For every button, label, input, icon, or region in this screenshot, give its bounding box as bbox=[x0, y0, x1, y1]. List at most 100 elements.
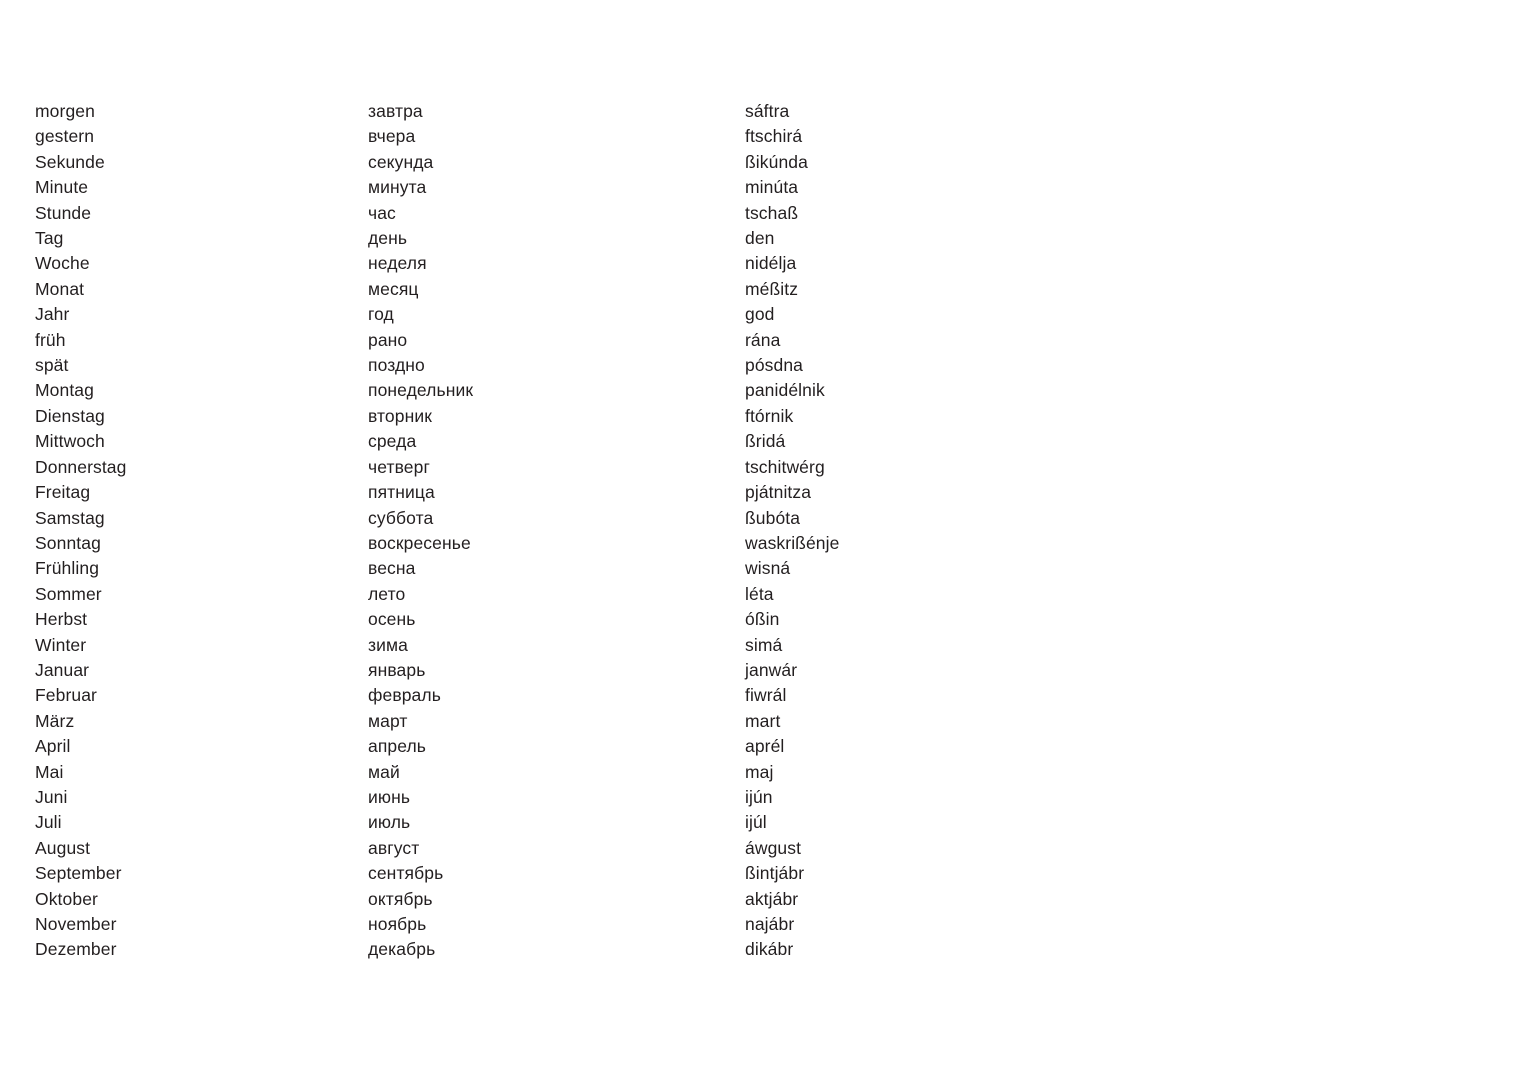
cell-german: März bbox=[35, 710, 75, 731]
table-row: spät поздно pósdna bbox=[35, 353, 1185, 378]
cell-russian: пятница bbox=[368, 482, 435, 503]
cell-transliteration: sáftra bbox=[745, 101, 790, 121]
cell-german: Dezember bbox=[35, 939, 117, 960]
cell-russian: четверг bbox=[368, 456, 430, 477]
cell-transliteration: pjátnitza bbox=[745, 482, 812, 503]
table-row: Samstag суббота ßubóta bbox=[35, 506, 1185, 531]
cell-german: Januar bbox=[35, 659, 90, 680]
cell-russian: осень bbox=[368, 609, 416, 630]
cell-german: August bbox=[35, 837, 91, 858]
cell-german: Dienstag bbox=[35, 405, 105, 426]
cell-russian: февраль bbox=[368, 685, 441, 706]
cell-german: Woche bbox=[35, 253, 90, 274]
cell-russian: месяц bbox=[368, 278, 419, 299]
cell-russian: январь bbox=[368, 659, 426, 680]
cell-russian: весна bbox=[368, 558, 416, 579]
table-row: Oktober октябрь aktjábr bbox=[35, 887, 1185, 912]
table-row: Winter зима simá bbox=[35, 633, 1185, 658]
table-row: Woche неделя nidélja bbox=[35, 251, 1185, 276]
cell-transliteration: aktjábr bbox=[745, 888, 799, 909]
cell-german: Sonntag bbox=[35, 532, 101, 553]
cell-russian: неделя bbox=[368, 253, 427, 274]
cell-german: Juli bbox=[35, 812, 62, 833]
table-row: Donnerstag четверг tschitwérg bbox=[35, 455, 1185, 480]
cell-transliteration: tschaß bbox=[745, 202, 799, 223]
document-page: morgen завтра sáftra gestern вчера ftschirá Se… bbox=[0, 0, 1528, 1080]
cell-transliteration: waskrißénje bbox=[745, 532, 840, 553]
cell-russian: июнь bbox=[368, 786, 411, 807]
table-row: April апрель aprél bbox=[35, 734, 1185, 759]
cell-german: Frühling bbox=[35, 558, 100, 579]
table-row: Herbst осень óßin bbox=[35, 607, 1185, 632]
cell-russian: зима bbox=[368, 634, 408, 655]
cell-german: spät bbox=[35, 355, 69, 376]
cell-russian: март bbox=[368, 710, 408, 731]
table-row: Minute минута minúta bbox=[35, 175, 1185, 200]
cell-transliteration: léta bbox=[745, 583, 774, 604]
cell-transliteration: mart bbox=[745, 710, 781, 731]
cell-russian: июль bbox=[368, 812, 411, 833]
cell-transliteration: ßubóta bbox=[745, 507, 801, 528]
cell-transliteration: ftschirá bbox=[745, 126, 803, 147]
cell-german: April bbox=[35, 736, 71, 757]
table-row: Jahr год god bbox=[35, 302, 1185, 327]
table-row: Sekunde секунда ßikúnda bbox=[35, 150, 1185, 175]
cell-german: Montag bbox=[35, 380, 94, 401]
cell-russian: поздно bbox=[368, 355, 425, 376]
cell-russian: воскресенье bbox=[368, 532, 471, 553]
cell-russian: вторник bbox=[368, 405, 432, 426]
table-row: Januar январь janwár bbox=[35, 658, 1185, 683]
table-row: Tag день den bbox=[35, 226, 1185, 251]
table-row: Stunde час tschaß bbox=[35, 201, 1185, 226]
cell-transliteration: pósdna bbox=[745, 355, 804, 376]
cell-german: Donnerstag bbox=[35, 456, 127, 477]
cell-german: November bbox=[35, 914, 117, 934]
cell-transliteration: ßintjábr bbox=[745, 863, 805, 884]
cell-transliteration: ßikúnda bbox=[745, 151, 808, 172]
vocabulary-table: morgen завтра sáftra gestern вчера ftschirá Se… bbox=[35, 99, 1185, 963]
cell-transliteration: rána bbox=[745, 329, 781, 350]
table-row: Juli июль ijúl bbox=[35, 810, 1185, 835]
cell-transliteration: janwár bbox=[745, 659, 798, 680]
cell-german: Sommer bbox=[35, 583, 102, 604]
cell-transliteration: tschitwérg bbox=[745, 456, 825, 477]
cell-russian: май bbox=[368, 761, 400, 782]
cell-russian: понедельник bbox=[368, 380, 474, 401]
cell-transliteration: dikábr bbox=[745, 939, 794, 960]
cell-german: Freitag bbox=[35, 482, 91, 503]
table-row: August август áwgust bbox=[35, 836, 1185, 861]
cell-transliteration: maj bbox=[745, 761, 774, 782]
cell-russian: минута bbox=[368, 177, 427, 198]
table-row: Dezember декабрь dikábr bbox=[35, 937, 1185, 962]
cell-german: Oktober bbox=[35, 888, 98, 909]
cell-transliteration: óßin bbox=[745, 609, 780, 630]
cell-transliteration: méßitz bbox=[745, 278, 799, 299]
cell-german: September bbox=[35, 863, 122, 884]
cell-russian: день bbox=[368, 228, 408, 249]
cell-russian: год bbox=[368, 304, 394, 325]
cell-russian: сентябрь bbox=[368, 863, 444, 884]
cell-transliteration: ijúl bbox=[745, 812, 767, 833]
cell-german: Monat bbox=[35, 278, 85, 299]
cell-transliteration: panidélnik bbox=[745, 380, 825, 401]
cell-german: Februar bbox=[35, 685, 97, 706]
cell-transliteration: najábr bbox=[745, 914, 795, 934]
cell-russian: декабрь bbox=[368, 939, 436, 960]
cell-german: Mittwoch bbox=[35, 431, 105, 452]
table-row: gestern вчера ftschirá bbox=[35, 124, 1185, 149]
cell-russian: завтра bbox=[368, 101, 423, 121]
table-row: früh рано rána bbox=[35, 328, 1185, 353]
cell-russian: ноябрь bbox=[368, 914, 427, 934]
table-row: Februar февраль fiwrál bbox=[35, 683, 1185, 708]
table-row: September сентябрь ßintjábr bbox=[35, 861, 1185, 886]
cell-german: Tag bbox=[35, 228, 64, 249]
cell-russian: октябрь bbox=[368, 888, 433, 909]
cell-german: gestern bbox=[35, 126, 95, 147]
table-row: März март mart bbox=[35, 709, 1185, 734]
table-row: November ноябрь najábr bbox=[35, 912, 1185, 937]
cell-german: früh bbox=[35, 329, 66, 350]
table-row: morgen завтра sáftra bbox=[35, 99, 1185, 124]
cell-german: Winter bbox=[35, 634, 87, 655]
cell-transliteration: aprél bbox=[745, 736, 785, 757]
cell-transliteration: simá bbox=[745, 634, 783, 655]
